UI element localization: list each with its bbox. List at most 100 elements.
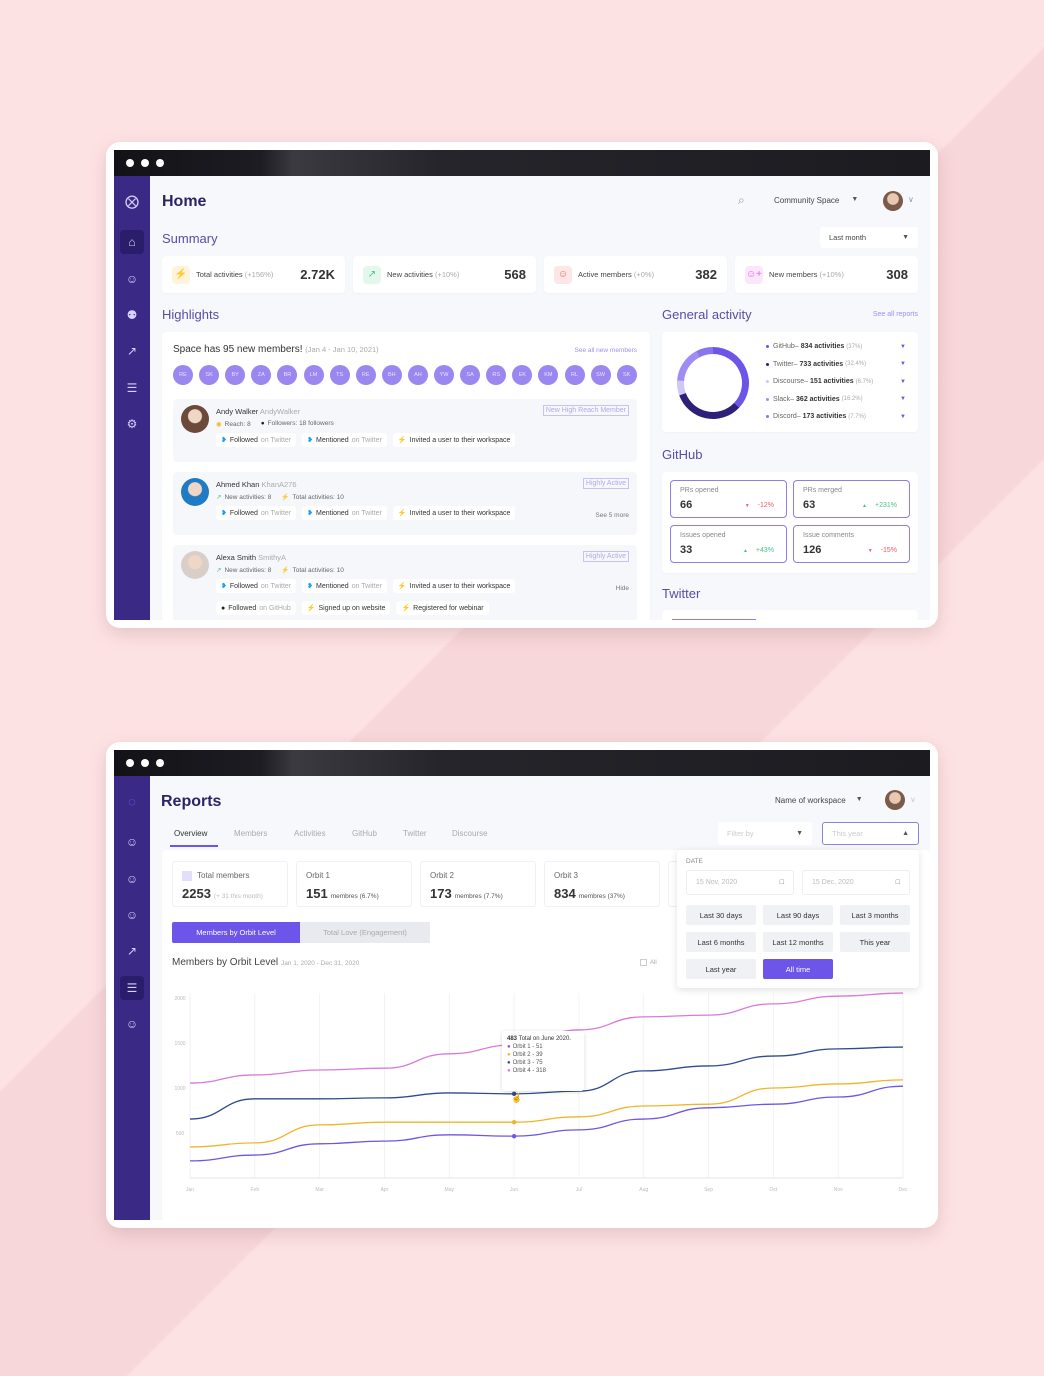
orbit-stat-tile[interactable]: Total members 2253 (+ 31 this month) bbox=[172, 861, 288, 907]
member-name[interactable]: Alexa Smith SmithyA bbox=[216, 553, 286, 562]
member-avatar[interactable]: BH bbox=[381, 365, 402, 385]
date-option-button[interactable]: Last year bbox=[686, 959, 756, 979]
window-dot[interactable] bbox=[156, 159, 164, 167]
expand-caret-icon[interactable]: ▼ bbox=[900, 361, 906, 367]
expand-caret-icon[interactable]: ▼ bbox=[900, 414, 906, 420]
member-name[interactable]: Ahmed Khan KhanA276 bbox=[216, 480, 297, 489]
chevron-down-icon[interactable]: ∨ bbox=[910, 795, 916, 804]
activity-chip[interactable]: ⚡ Invited a user to their workspace bbox=[392, 506, 516, 520]
member-avatar[interactable]: RL bbox=[564, 365, 585, 385]
tab-members[interactable]: Members bbox=[234, 829, 267, 838]
window-dot[interactable] bbox=[126, 159, 134, 167]
github-metric-tile[interactable]: PRs opened 66 ▼ -12% bbox=[670, 480, 787, 518]
workspace-selector[interactable]: Community Space ▼ bbox=[774, 196, 858, 205]
window-dot[interactable] bbox=[126, 759, 134, 767]
date-option-button[interactable]: Last 3 months bbox=[840, 905, 910, 925]
window-dot[interactable] bbox=[141, 159, 149, 167]
activity-chip[interactable]: ❥ Mentioned on Twitter bbox=[302, 433, 387, 447]
total-love-tab[interactable]: Total Love (Engagement) bbox=[300, 922, 430, 943]
activity-legend-item[interactable]: Discourse –151 activities (6.7%) ▼ bbox=[766, 373, 906, 391]
member-avatar[interactable]: SW bbox=[590, 365, 611, 385]
member-avatar[interactable]: RE bbox=[355, 365, 376, 385]
toggle-more-link[interactable]: See 5 more bbox=[595, 512, 629, 519]
activity-chip[interactable]: ❥ Mentioned on Twitter bbox=[302, 506, 387, 520]
member-avatar[interactable]: SA bbox=[460, 365, 481, 385]
date-from-input[interactable]: 15 Nov, 2020 □ bbox=[686, 870, 794, 895]
member-avatar[interactable]: LM bbox=[303, 365, 324, 385]
trend-icon[interactable]: ↗ bbox=[120, 939, 144, 963]
search-icon[interactable]: ⌕ bbox=[738, 193, 745, 208]
user-icon[interactable]: ☺ bbox=[120, 830, 144, 854]
user-icon[interactable]: ☺ bbox=[120, 267, 144, 291]
tab-twitter[interactable]: Twitter bbox=[403, 829, 427, 838]
date-option-button[interactable]: Last 12 months bbox=[763, 932, 833, 952]
stat-card[interactable]: ↗ New activities (+10%) 568 bbox=[353, 256, 536, 293]
date-option-button[interactable]: All time bbox=[763, 959, 833, 979]
orbit-stat-tile[interactable]: Orbit 3 834 membres (37%) bbox=[544, 861, 660, 907]
avatar[interactable] bbox=[885, 790, 905, 810]
activity-legend-item[interactable]: Twitter –733 activities (32.4%) ▼ bbox=[766, 356, 906, 374]
member-avatar[interactable]: BR bbox=[277, 365, 298, 385]
member-avatar[interactable]: SK bbox=[616, 365, 637, 385]
date-option-button[interactable]: Last 30 days bbox=[686, 905, 756, 925]
activity-legend-item[interactable]: Slack –362 activities (16.2%) ▼ bbox=[766, 391, 906, 409]
member-avatar[interactable]: KM bbox=[538, 365, 559, 385]
member-avatar[interactable]: TS bbox=[329, 365, 350, 385]
member-photo[interactable] bbox=[181, 478, 209, 506]
stat-card[interactable]: ☺+ New members (+10%) 308 bbox=[735, 256, 918, 293]
member-avatar[interactable]: ZA bbox=[251, 365, 272, 385]
see-all-new-members-link[interactable]: See all new members bbox=[575, 347, 638, 354]
activity-chip[interactable]: ❥ Followed on Twitter bbox=[216, 506, 297, 520]
user-icon[interactable]: ☺ bbox=[120, 867, 144, 891]
data-point[interactable] bbox=[511, 1120, 517, 1125]
document-icon[interactable]: ☰ bbox=[120, 376, 144, 400]
orbit-stat-tile[interactable]: Orbit 1 151 membres (6.7%) bbox=[296, 861, 412, 907]
expand-caret-icon[interactable]: ▼ bbox=[900, 344, 906, 350]
activity-legend-item[interactable]: GitHub –834 activities (37%) ▼ bbox=[766, 338, 906, 356]
member-avatar[interactable]: SK bbox=[199, 365, 220, 385]
date-option-button[interactable]: Last 90 days bbox=[763, 905, 833, 925]
activity-chip[interactable]: ❥ Followed on Twitter bbox=[216, 579, 297, 593]
activity-legend-item[interactable]: Discord –173 activities (7.7%) ▼ bbox=[766, 408, 906, 426]
period-dropdown[interactable]: This year ▲ bbox=[822, 822, 919, 845]
period-dropdown[interactable]: Last month ▼ bbox=[820, 227, 918, 248]
toggle-more-link[interactable]: Hide bbox=[616, 585, 629, 592]
activity-chip[interactable]: ❥ Mentioned on Twitter bbox=[302, 579, 387, 593]
donut-slice-discourse[interactable] bbox=[677, 380, 686, 396]
orbit-logo-icon[interactable]: ◌ bbox=[120, 789, 144, 813]
user-icon[interactable]: ☺ bbox=[120, 1012, 144, 1036]
activity-chip[interactable]: ❥ Followed on Twitter bbox=[216, 433, 297, 447]
document-icon[interactable]: ☰ bbox=[120, 976, 144, 1000]
member-photo[interactable] bbox=[181, 551, 209, 579]
expand-caret-icon[interactable]: ▼ bbox=[900, 379, 906, 385]
activity-chip[interactable]: ⚡ Invited a user to their workspace bbox=[392, 579, 516, 593]
date-option-button[interactable]: This year bbox=[840, 932, 910, 952]
users-icon[interactable]: ⚉ bbox=[120, 303, 144, 327]
member-avatar[interactable]: EK bbox=[512, 365, 533, 385]
member-avatar[interactable]: BY bbox=[225, 365, 246, 385]
donut-slice-slack[interactable] bbox=[677, 351, 700, 381]
members-by-orbit-tab[interactable]: Members by Orbit Level bbox=[172, 922, 300, 943]
user-icon[interactable]: ☺ bbox=[120, 903, 144, 927]
workspace-selector[interactable]: Name of workspace ▼ bbox=[775, 796, 863, 805]
activity-chip[interactable]: ⚡ Registered for webinar bbox=[396, 601, 489, 615]
member-avatar[interactable]: YW bbox=[434, 365, 454, 385]
orbit-logo-icon[interactable]: ⨂ bbox=[120, 189, 144, 213]
donut-slice-github[interactable] bbox=[713, 347, 749, 408]
trend-icon[interactable]: ↗ bbox=[120, 339, 144, 363]
settings-icon[interactable]: ⚙ bbox=[120, 412, 144, 436]
github-metric-tile[interactable]: PRs merged 63 ▲ +231% bbox=[793, 480, 910, 518]
stat-card[interactable]: ⚡ Total activities (+156%) 2.72K bbox=[162, 256, 345, 293]
member-avatar[interactable]: RE bbox=[173, 365, 193, 385]
checkbox[interactable] bbox=[640, 959, 647, 966]
see-all-reports-link[interactable]: See all reports bbox=[873, 311, 918, 318]
activity-chip[interactable]: ⚡ Invited a user to their workspace bbox=[392, 433, 516, 447]
home-icon[interactable]: ⌂ bbox=[120, 230, 144, 254]
stat-card[interactable]: ☺ Active members (+0%) 382 bbox=[544, 256, 727, 293]
tab-overview[interactable]: Overview bbox=[174, 829, 207, 838]
data-point[interactable] bbox=[511, 1133, 517, 1139]
tab-github[interactable]: GitHub bbox=[352, 829, 377, 838]
date-option-button[interactable]: Last 6 months bbox=[686, 932, 756, 952]
date-to-input[interactable]: 15 Dec, 2020 □ bbox=[802, 870, 910, 895]
window-dot[interactable] bbox=[141, 759, 149, 767]
